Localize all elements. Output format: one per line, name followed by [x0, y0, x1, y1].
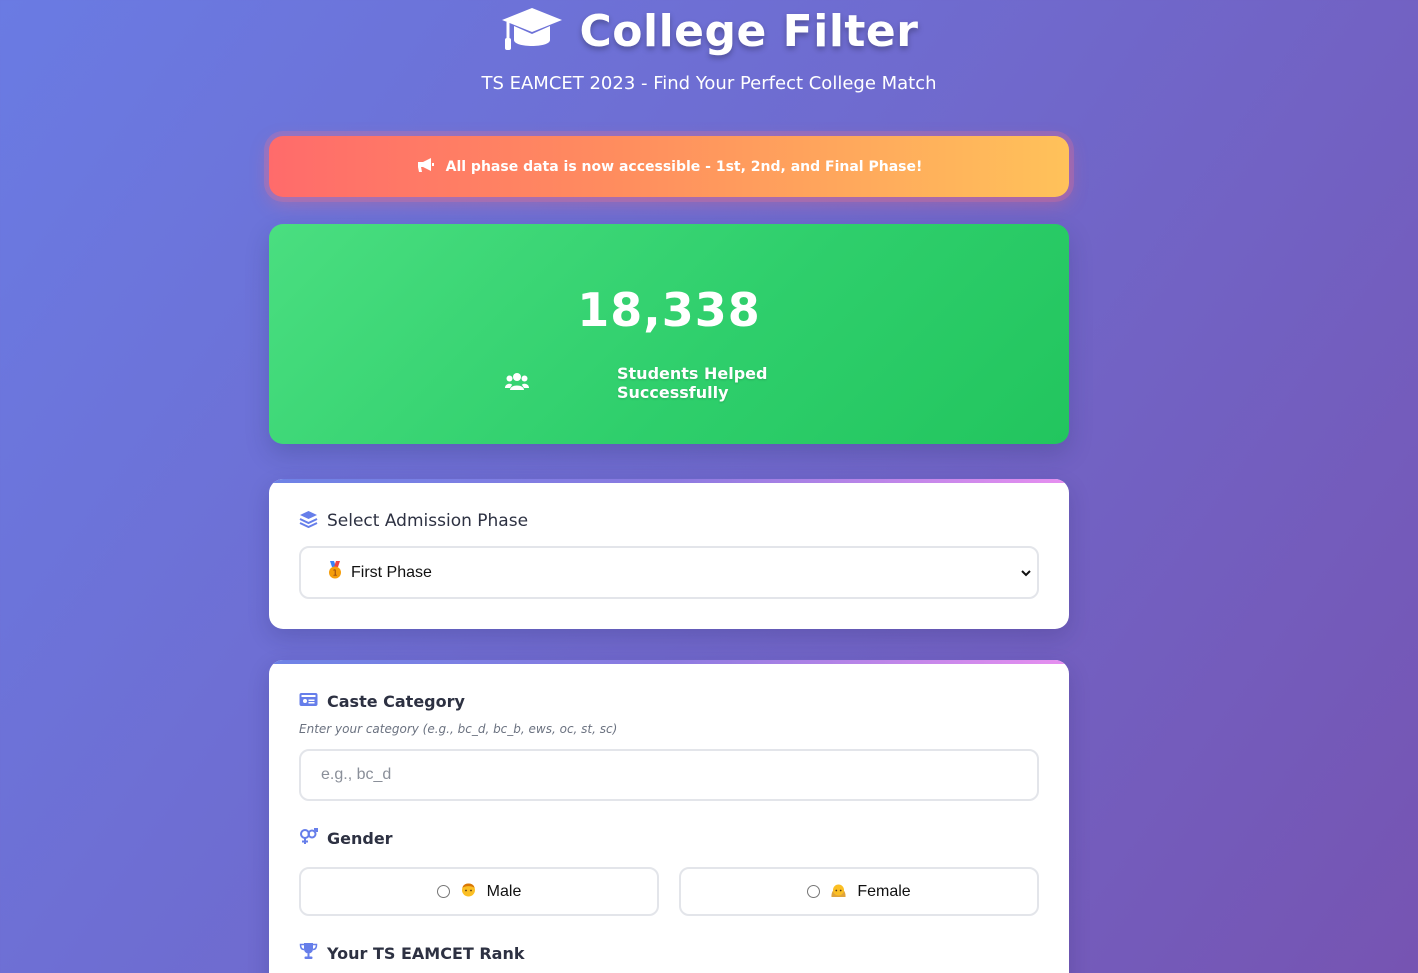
graduation-cap-icon [500, 4, 564, 60]
medal-icon: 1 [327, 561, 343, 584]
rank-label: Your TS EAMCET Rank [327, 943, 525, 963]
rank-label-row: Your TS EAMCET Rank [299, 942, 525, 964]
stats-label-row: Students Helped Successfully [505, 364, 865, 402]
page-header: College Filter TS EAMCET 2023 - Find You… [0, 0, 1418, 96]
trophy-icon [299, 942, 318, 964]
caste-label: Caste Category [327, 691, 465, 711]
announcement-text: All phase data is now accessible - 1st, … [445, 158, 923, 175]
svg-text:1: 1 [332, 569, 337, 578]
page-title: College Filter [579, 6, 919, 57]
phase-select[interactable]: 1 First Phase [299, 546, 1039, 599]
gender-label: Gender [327, 828, 393, 848]
caste-hint: Enter your category (e.g., bc_d, bc_b, e… [299, 722, 618, 736]
id-card-icon [299, 690, 318, 712]
students-helped-card: 18,338 Students Helped Successfully [269, 224, 1069, 444]
caste-category-input[interactable] [299, 749, 1039, 801]
gender-option-label: Male [486, 882, 522, 900]
students-helped-count: 18,338 [577, 283, 761, 337]
phase-label: Select Admission Phase [327, 511, 529, 531]
layers-icon [299, 510, 318, 532]
phase-label-row: Select Admission Phase [299, 510, 528, 532]
announcement-banner: All phase data is now accessible - 1st, … [269, 136, 1069, 197]
gender-label-row: Gender [299, 827, 393, 849]
users-icon [505, 372, 529, 394]
phase-select-value: First Phase [351, 563, 432, 581]
woman-emoji-icon [830, 881, 847, 903]
phase-selection-card: Select Admission Phase 1 First Phase [269, 479, 1069, 629]
man-emoji-icon [460, 881, 477, 903]
gender-option-label: Female [857, 882, 911, 900]
page-subtitle: TS EAMCET 2023 - Find Your Perfect Colle… [481, 73, 937, 94]
gender-option-female[interactable]: Female [679, 867, 1039, 916]
gender-option-male[interactable]: Male [299, 867, 659, 916]
filter-form-card: Caste Category Enter your category (e.g.… [269, 660, 1069, 973]
radio-button[interactable] [807, 885, 821, 898]
title-row: College Filter [0, 4, 1418, 60]
megaphone-icon [416, 157, 434, 177]
students-helped-label: Students Helped Successfully [617, 364, 768, 402]
caste-label-row: Caste Category [299, 690, 465, 712]
gender-icon [299, 827, 318, 849]
radio-button[interactable] [436, 885, 450, 898]
